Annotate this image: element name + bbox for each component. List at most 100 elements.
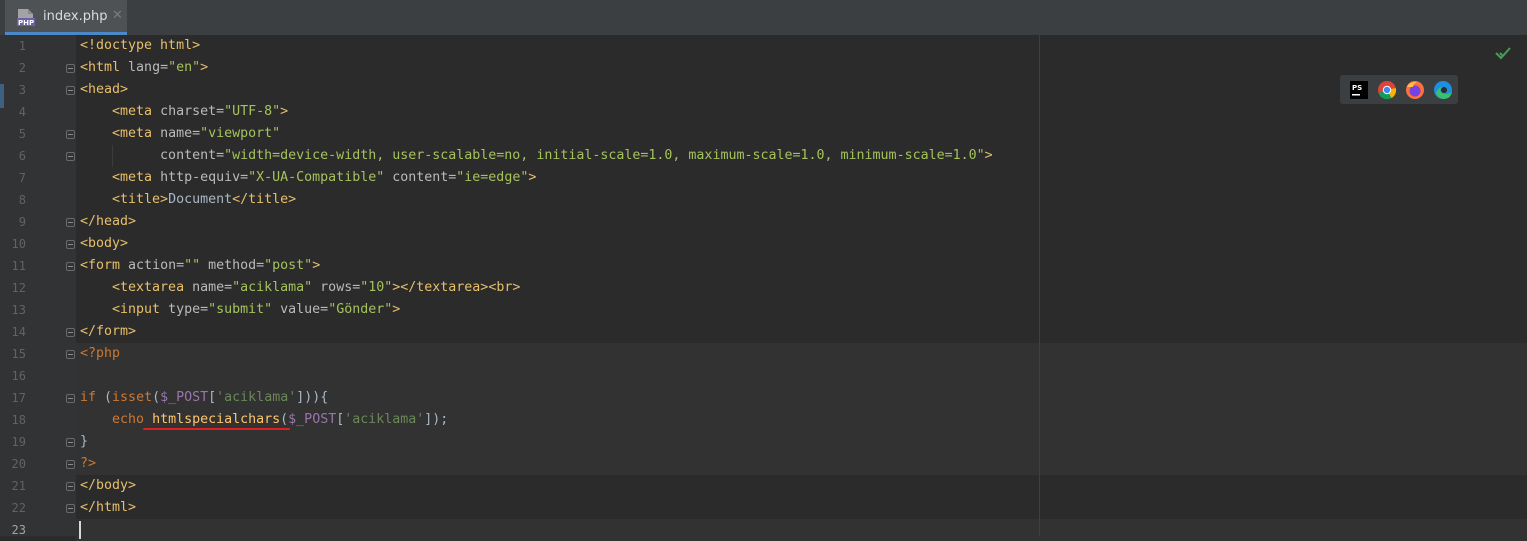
code-content[interactable]: <!doctype html> <html lang="en"> <head> <m… [80,35,993,541]
fold-marker[interactable] [66,130,75,139]
code-line[interactable]: <html lang="en"> [80,57,993,79]
code-token: "post" [264,258,313,273]
fold-marker[interactable] [66,438,75,447]
code-token: "aciklama" [232,280,313,295]
code-token: action= [128,258,185,273]
fold-marker[interactable] [66,504,75,513]
fold-marker[interactable] [66,350,75,359]
line-number: 22 [11,501,26,515]
firefox-icon[interactable] [1404,79,1426,101]
line-number: 5 [18,127,26,141]
fold-marker[interactable] [66,328,75,337]
code-token: value= [272,302,329,317]
code-line[interactable] [80,365,993,387]
code-token: <input [80,302,169,317]
line-number: 21 [11,479,26,493]
code-token: [ [208,390,217,405]
code-token: Document [168,192,233,207]
code-token: "submit" [208,302,273,317]
code-line[interactable] [80,519,993,541]
edge-icon[interactable] [1432,79,1454,101]
code-token: "" [184,258,201,273]
check-icon[interactable] [1494,44,1512,62]
code-token: ( [104,390,113,405]
code-token: "en" [168,60,201,75]
line-number: 19 [11,435,26,449]
code-line[interactable]: </html> [80,497,993,519]
browser-preview-bar: PS [1340,75,1458,104]
line-number: 20 [11,457,26,471]
line-number: 9 [18,215,26,229]
line-number: 18 [11,413,26,427]
code-line[interactable]: <input type="submit" value="Gönder"> [80,299,993,321]
code-token: "viewport" [200,126,281,141]
code-token: ])){ [296,390,329,405]
code-token: if [80,390,105,405]
code-line[interactable]: <title>Document</title> [80,189,993,211]
code-line[interactable]: </head> [80,211,993,233]
code-token: "Gönder" [328,302,393,317]
code-token: > [312,258,321,273]
code-token: ?> [80,456,97,471]
code-line[interactable]: </body> [80,475,993,497]
error-underline [143,428,290,430]
svg-text:PS: PS [1352,84,1362,92]
code-token: > [200,60,209,75]
code-token: 'aciklama' [344,412,425,427]
line-number: 11 [11,259,26,273]
code-line[interactable]: if (isset($_POST['aciklama'])){ [80,387,993,409]
line-number: 14 [11,325,26,339]
fold-marker[interactable] [66,240,75,249]
phpstorm-icon[interactable]: PS [1348,79,1370,101]
code-token: ]); [424,412,449,427]
code-token: charset= [160,104,225,119]
line-number: 2 [18,61,26,75]
code-token: "ie=edge" [456,170,529,185]
chrome-icon[interactable] [1376,79,1398,101]
line-number: 7 [18,171,26,185]
tab-label: index.php [43,9,108,24]
line-numbers: 1 2 3 4 5 6 7 8 9 10 11 12 13 14 15 16 17 18 19 20 21 22 23 [0,35,56,541]
fold-marker[interactable] [66,482,75,491]
code-line[interactable]: <body> [80,233,993,255]
fold-marker[interactable] [66,460,75,469]
code-line[interactable]: </form> [80,321,993,343]
code-line[interactable]: <!doctype html> [80,35,993,57]
fold-marker[interactable] [66,152,75,161]
code-token: $_POST [288,412,337,427]
fold-marker[interactable] [66,64,75,73]
code-line[interactable]: <meta name="viewport" [80,123,993,145]
line-number: 17 [11,391,26,405]
code-line[interactable]: <meta charset="UTF-8"> [80,101,993,123]
fold-marker[interactable] [66,218,75,227]
code-line[interactable]: <textarea name="aciklama" rows="10"></te… [80,277,993,299]
code-token: ( [280,412,289,427]
line-number: 15 [11,347,26,361]
code-line[interactable]: <meta http-equiv="X-UA-Compatible" conte… [80,167,993,189]
fold-marker[interactable] [66,262,75,271]
code-line[interactable]: <head> [80,79,993,101]
line-number: 8 [18,193,26,207]
code-token: method= [200,258,265,273]
code-token: <?php [80,346,121,361]
code-line[interactable]: } [80,431,993,453]
code-token: htmlspecialchars [152,412,281,427]
indent-guide [112,145,113,167]
code-token: <meta [80,126,161,141]
fold-marker[interactable] [66,394,75,403]
code-token: lang= [128,60,169,75]
code-token: > [528,170,537,185]
fold-marker[interactable] [66,86,75,95]
code-token: echo [80,412,153,427]
code-line[interactable]: ?> [80,453,993,475]
code-token: <head> [80,82,129,97]
close-icon[interactable]: ✕ [112,8,123,23]
code-line[interactable]: <?php [80,343,993,365]
tab-index-php[interactable]: PHP index.php ✕ [5,0,127,35]
code-line[interactable]: content="width=device-width, user-scalab… [80,145,993,167]
code-token: "UTF-8" [224,104,281,119]
code-token: "width=device-width, user-scalable=no, i… [224,148,985,163]
line-number: 12 [11,281,26,295]
code-line[interactable]: <form action="" method="post"> [80,255,993,277]
code-token: <form [80,258,129,273]
